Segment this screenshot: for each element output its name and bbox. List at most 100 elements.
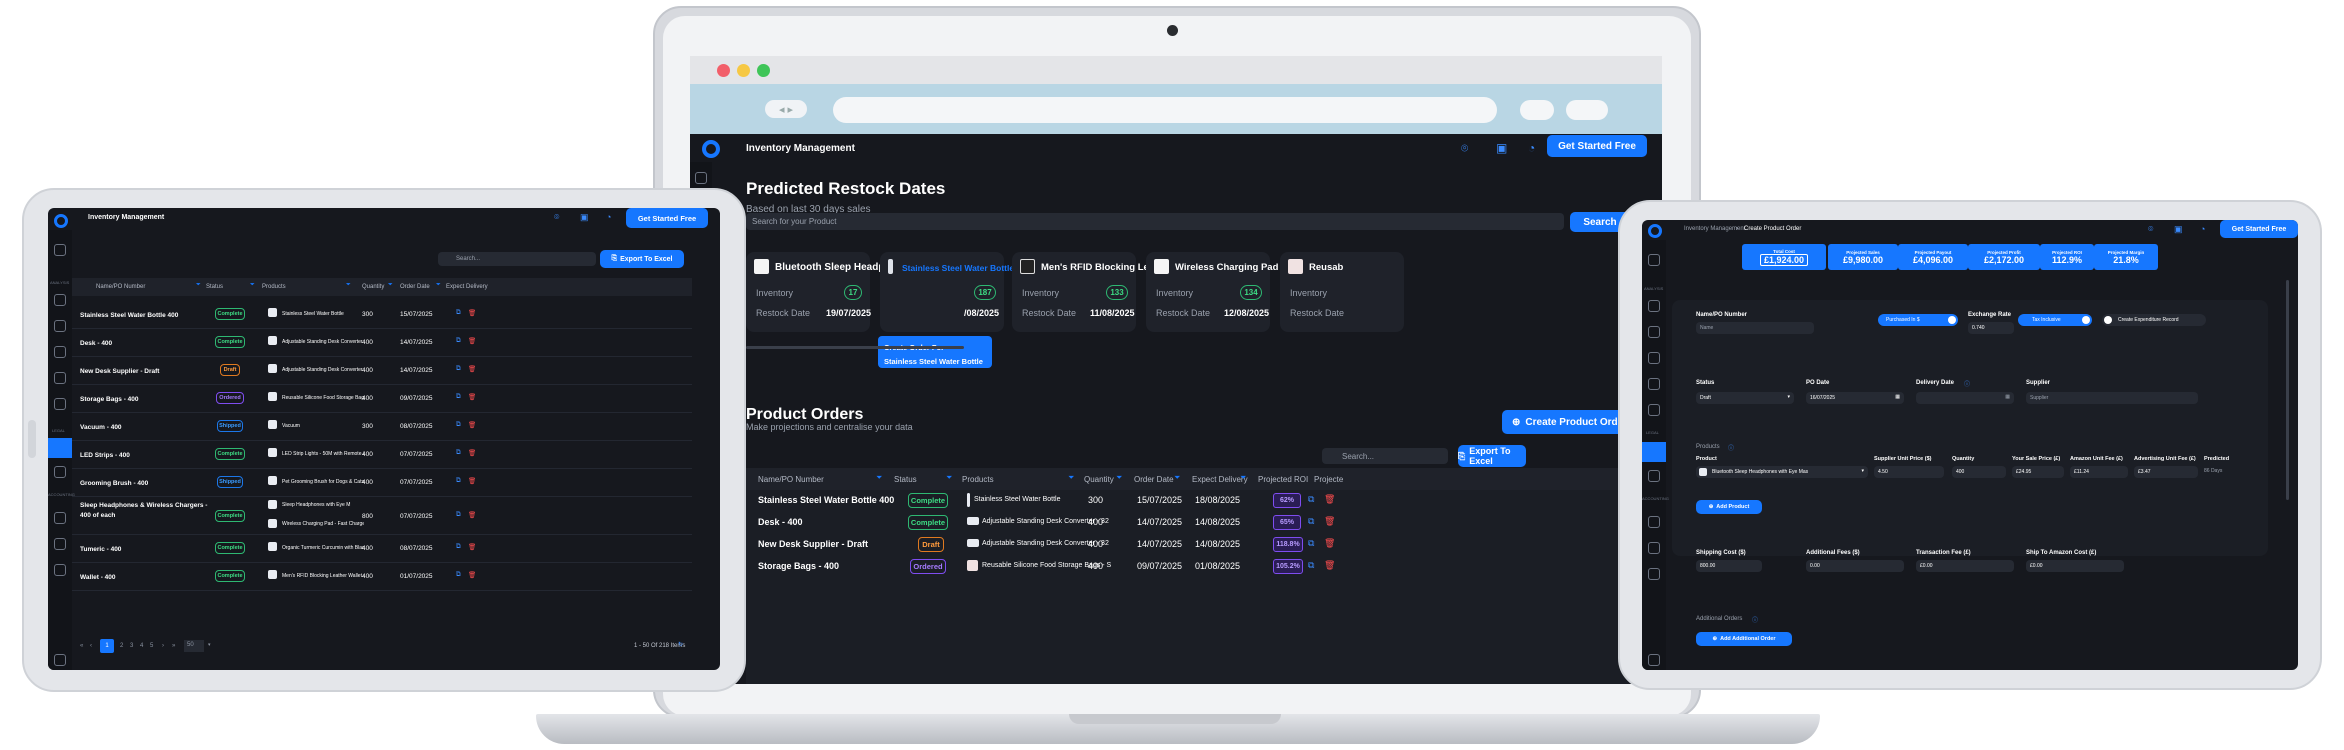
copy-icon[interactable]: ⧉ bbox=[456, 543, 461, 551]
col-header[interactable]: Projecte bbox=[1314, 475, 1343, 484]
gift-icon[interactable]: ▣ bbox=[1496, 141, 1507, 155]
ad-fee-input[interactable]: £3.47 bbox=[2134, 466, 2198, 478]
next-page-icon[interactable]: › bbox=[162, 643, 164, 649]
exchange-input[interactable]: 0.740 bbox=[1968, 322, 2014, 334]
support-icon[interactable]: ⌾ bbox=[554, 212, 559, 223]
restock-card[interactable]: Reusab Inventory Restock Date bbox=[1280, 252, 1404, 332]
page-button[interactable]: 4 bbox=[140, 643, 143, 649]
delete-icon[interactable]: 🗑 bbox=[1324, 560, 1335, 571]
additional-fees-input[interactable]: 0.00 bbox=[1806, 560, 1904, 572]
dashboard-icon[interactable] bbox=[1648, 254, 1660, 266]
filter-icon[interactable]: ⏷ bbox=[436, 282, 441, 289]
copy-icon[interactable]: ⧉ bbox=[456, 337, 461, 345]
col-header[interactable]: Quantity bbox=[1084, 475, 1114, 484]
table-row[interactable]: Stainless Steel Water Bottle 400 Complet… bbox=[746, 490, 1662, 512]
filter-icon[interactable]: ⏷ bbox=[250, 282, 255, 289]
status-select[interactable]: Draft ▾ bbox=[1696, 392, 1794, 404]
table-row[interactable]: LED Strips - 400 Complete LED Strip Lights… bbox=[72, 441, 692, 469]
box-icon[interactable] bbox=[54, 320, 66, 332]
delete-icon[interactable]: 🗑 bbox=[468, 449, 476, 457]
col-header[interactable]: Projected ROI bbox=[1258, 475, 1308, 484]
restock-card[interactable]: Men's RFID Blocking Leat... Inventory 13… bbox=[1012, 252, 1165, 332]
app-logo-icon[interactable] bbox=[54, 214, 68, 228]
report-icon[interactable] bbox=[54, 564, 66, 576]
delete-icon[interactable]: 🗑 bbox=[1324, 516, 1335, 527]
chart-icon[interactable] bbox=[1648, 378, 1660, 390]
col-header[interactable]: Order Date bbox=[400, 284, 430, 290]
table-row[interactable]: Desk - 400 Complete Adjustable Standing De… bbox=[72, 329, 692, 357]
filter-icon[interactable]: ⏷ bbox=[876, 473, 882, 483]
dashboard-icon[interactable] bbox=[695, 172, 707, 184]
table-row[interactable]: Vacuum - 400 Shipped Vacuum 300 08/07/2025 ⧉ 🗑 bbox=[72, 413, 692, 441]
delete-icon[interactable]: 🗑 bbox=[468, 393, 476, 401]
col-header[interactable]: Order Date bbox=[1134, 475, 1174, 484]
delete-icon[interactable]: 🗑 bbox=[1324, 538, 1335, 549]
table-row[interactable]: New Desk Supplier - Draft Draft Adjustable… bbox=[72, 357, 692, 385]
first-page-icon[interactable]: « bbox=[80, 643, 83, 649]
orders-nav-icon[interactable] bbox=[48, 438, 72, 458]
browser-button-1[interactable] bbox=[1520, 100, 1554, 120]
info-icon[interactable]: ⓘ bbox=[1752, 615, 1758, 624]
dashboard-icon[interactable] bbox=[54, 244, 66, 256]
app-logo-icon[interactable] bbox=[702, 140, 720, 158]
supplier-input[interactable]: Supplier bbox=[2026, 392, 2198, 404]
logout-icon[interactable] bbox=[54, 654, 66, 666]
list-icon[interactable] bbox=[1648, 542, 1660, 554]
supplier-price-input[interactable]: 4.50 bbox=[1874, 466, 1944, 478]
name-input[interactable]: Name bbox=[1696, 322, 1814, 334]
col-header[interactable]: Products bbox=[962, 475, 994, 484]
copy-icon[interactable]: ⧉ bbox=[456, 449, 461, 457]
copy-icon[interactable]: ⧉ bbox=[1308, 538, 1314, 549]
bell-icon[interactable]: ◔ bbox=[1528, 141, 1535, 155]
orders-search-input[interactable]: Search... bbox=[1322, 448, 1448, 464]
purchased-toggle[interactable]: Purchased In $ bbox=[1878, 314, 1958, 326]
copy-icon[interactable]: ⧉ bbox=[456, 393, 461, 401]
last-page-icon[interactable]: » bbox=[172, 643, 175, 649]
refresh-icon[interactable] bbox=[54, 398, 66, 410]
create-order-tooltip[interactable]: Create Order For Stainless Steel Water B… bbox=[878, 336, 992, 368]
refresh-icon[interactable]: ↻ bbox=[678, 641, 683, 648]
col-header[interactable]: Status bbox=[206, 284, 223, 290]
table-row[interactable]: Grooming Brush - 400 Shipped Pet Grooming … bbox=[72, 469, 692, 497]
cards-scrollbar[interactable] bbox=[746, 346, 964, 349]
chevron-down-icon[interactable]: ▾ bbox=[208, 642, 211, 648]
col-header[interactable]: Name/PO Number bbox=[758, 475, 824, 484]
restock-card[interactable]: Bluetooth Sleep Headpho... Inventory 17 … bbox=[746, 252, 905, 332]
analytics-icon[interactable] bbox=[1648, 300, 1660, 312]
copy-icon[interactable]: ⧉ bbox=[456, 571, 461, 579]
get-started-button[interactable]: Get Started Free bbox=[1547, 135, 1647, 157]
document-icon[interactable] bbox=[54, 466, 66, 478]
page-button[interactable]: 3 bbox=[130, 643, 133, 649]
app-logo-icon[interactable] bbox=[1648, 224, 1662, 238]
table-row[interactable]: Storage Bags - 400 Ordered Reusable Silico… bbox=[72, 385, 692, 413]
ship-amazon-input[interactable]: £0.00 bbox=[2026, 560, 2124, 572]
table-row[interactable]: Sleep Headphones & Wireless Chargers - 4… bbox=[72, 497, 692, 535]
page-button[interactable]: 2 bbox=[120, 643, 123, 649]
col-header[interactable]: Products bbox=[262, 284, 286, 290]
info-icon[interactable]: ⓘ bbox=[1964, 379, 1970, 388]
copy-icon[interactable]: ⧉ bbox=[456, 511, 461, 519]
nav-arrows-icon[interactable]: ◂ ▸ bbox=[765, 100, 807, 118]
filter-icon[interactable]: ⏷ bbox=[1174, 473, 1180, 483]
add-additional-order-button[interactable]: ⊕ Add Additional Order bbox=[1696, 632, 1792, 646]
bell-icon[interactable]: ◔ bbox=[606, 212, 611, 222]
shipping-input[interactable]: 800.00 bbox=[1696, 560, 1762, 572]
delete-icon[interactable]: 🗑 bbox=[468, 543, 476, 551]
home-icon[interactable] bbox=[54, 512, 66, 524]
col-header[interactable]: Expect Delivery bbox=[446, 284, 488, 290]
browser-button-2[interactable] bbox=[1566, 100, 1608, 120]
delete-icon[interactable]: 🗑 bbox=[468, 571, 476, 579]
list-icon[interactable] bbox=[54, 538, 66, 550]
delivery-date-input[interactable]: ▦ bbox=[1916, 392, 2014, 404]
copy-icon[interactable]: ⧉ bbox=[1308, 494, 1314, 505]
report-icon[interactable] bbox=[1648, 568, 1660, 580]
copy-icon[interactable]: ⧉ bbox=[456, 477, 461, 485]
tag-icon[interactable] bbox=[1648, 352, 1660, 364]
box-icon[interactable] bbox=[1648, 326, 1660, 338]
export-excel-button[interactable]: ⎘ Export To Excel bbox=[1458, 445, 1526, 467]
support-icon[interactable]: ⌾ bbox=[2148, 224, 2153, 235]
restock-card-active[interactable]: Stainless Steel Water Bottle 187 /08/202… bbox=[880, 252, 1014, 332]
support-icon[interactable]: ⌾ bbox=[1461, 141, 1468, 156]
page-button[interactable]: 5 bbox=[150, 643, 153, 649]
add-product-button[interactable]: ⊕ Add Product bbox=[1696, 500, 1762, 514]
